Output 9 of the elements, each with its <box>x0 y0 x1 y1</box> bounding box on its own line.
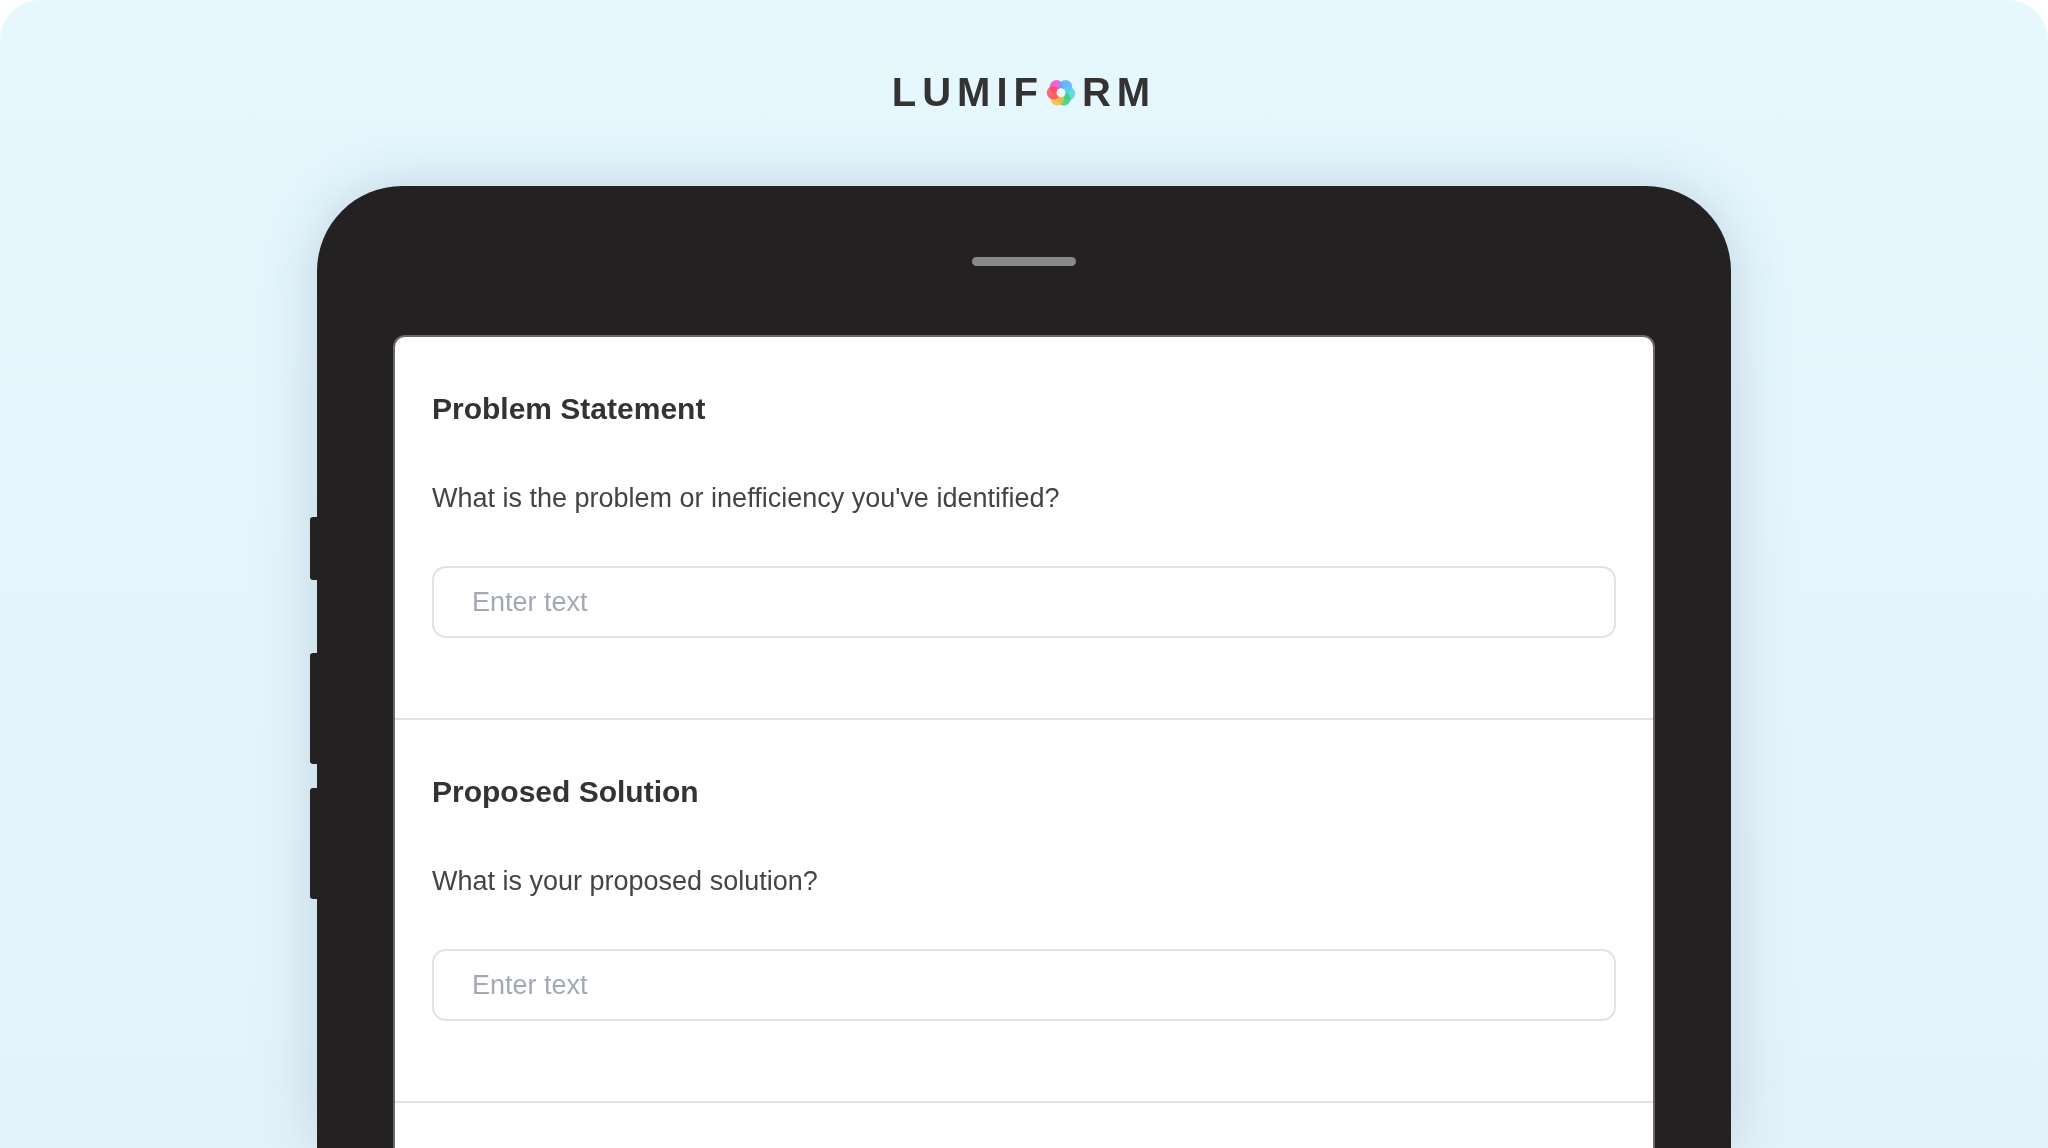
question-text: What is the problem or inefficiency you've identified? <box>432 482 1061 514</box>
logo-text: LUMIF <box>891 70 1044 114</box>
section-title: Problem Statement <box>432 391 707 427</box>
logo-text: RM <box>1082 70 1157 114</box>
flower-icon <box>1046 77 1076 107</box>
text-input-field[interactable]: Enter text <box>432 949 1616 1021</box>
text-input-field[interactable]: Enter text <box>432 566 1616 638</box>
question-text: What is your proposed solution? <box>432 865 819 897</box>
section-title: Proposed Solution <box>432 774 700 810</box>
